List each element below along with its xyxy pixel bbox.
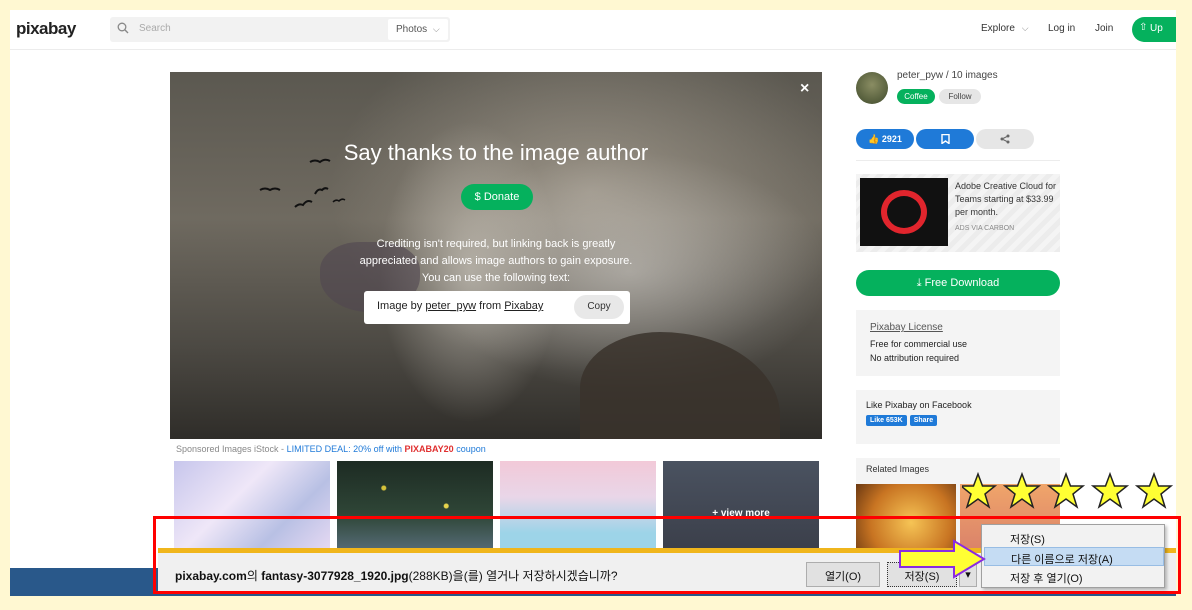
bookmark-icon — [940, 133, 950, 145]
free-download-label: Free Download — [924, 277, 1000, 289]
modal-description: Crediting isn't required, but linking ba… — [359, 238, 633, 284]
credit-author-link[interactable]: peter_pyw — [425, 300, 476, 312]
share-button[interactable] — [976, 129, 1034, 149]
nav-explore[interactable]: Explore ⌵ — [981, 23, 1029, 34]
facebook-title: Like Pixabay on Facebook — [866, 400, 972, 410]
donate-button[interactable]: $ Donate — [461, 184, 533, 210]
coupon-code[interactable]: PIXABAY20 — [404, 444, 453, 454]
credit-text-box[interactable]: Image by peter_pyw from Pixabay Copy — [364, 291, 630, 324]
search-icon — [117, 22, 129, 34]
cliff-rock — [580, 332, 780, 439]
follow-button[interactable]: Follow — [939, 89, 981, 104]
credit-mid: from — [479, 300, 502, 312]
pixabay-logo[interactable]: pixabay — [16, 19, 76, 39]
close-icon[interactable]: × — [800, 80, 809, 98]
license-line-1: Free for commercial use — [870, 339, 968, 349]
search-bar[interactable]: Search Photos ⌵ — [110, 17, 450, 42]
bookmark-button[interactable] — [916, 129, 974, 149]
like-count: 2921 — [881, 134, 902, 144]
free-download-button[interactable]: ⤓ Free Download — [856, 270, 1060, 296]
search-type-dropdown[interactable]: Photos ⌵ — [388, 19, 448, 40]
sponsored-prefix: Sponsored Images iStock - — [176, 444, 285, 454]
coffee-button[interactable]: Coffee — [897, 89, 935, 104]
sponsored-deal-link[interactable]: LIMITED DEAL: 20% off with — [287, 444, 402, 454]
copy-button[interactable]: Copy — [574, 295, 624, 319]
nav-login[interactable]: Log in — [1048, 23, 1075, 34]
ad-text[interactable]: Adobe Creative Cloud for Teams starting … — [955, 180, 1059, 219]
share-icon — [1000, 134, 1010, 144]
upload-icon: ⇧ — [1139, 22, 1148, 33]
facebook-card: Like Pixabay on Facebook Like 653K Share — [856, 390, 1060, 444]
menu-item-save-as[interactable]: 다른 이름으로 저장(A) — [984, 547, 1164, 566]
chevron-down-icon: ⌵ — [1021, 23, 1029, 33]
thumbs-up-icon: 👍 — [868, 134, 880, 144]
chevron-down-icon: ⌵ — [432, 24, 440, 34]
facebook-share-button[interactable]: Share — [909, 415, 938, 426]
modal-title: Say thanks to the image author — [343, 140, 649, 165]
star-rating-annotation — [962, 472, 1174, 509]
menu-item-save-and-open[interactable]: 저장 후 열기(O) — [984, 567, 1164, 586]
ad-source[interactable]: ADS VIA CARBON — [955, 225, 1014, 232]
sidebar-divider — [856, 160, 1060, 161]
credit-prefix: Image by — [377, 300, 423, 312]
top-navigation: pixabay Search Photos ⌵ Explore ⌵ Log in… — [10, 10, 1176, 50]
facebook-like-button[interactable]: Like 653K — [866, 415, 907, 426]
star-icon — [962, 472, 1174, 509]
arrow-right-icon — [899, 539, 986, 579]
main-photo: × Say thanks to the image author $ Donat… — [170, 72, 822, 439]
adobe-cc-logo — [860, 178, 948, 246]
author-name[interactable]: peter_pyw / 10 images — [897, 70, 998, 81]
download-icon: ⤓ — [916, 277, 922, 289]
license-link[interactable]: Pixabay License — [870, 321, 1060, 335]
search-input[interactable]: Search — [139, 23, 171, 34]
menu-item-save[interactable]: 저장(S) — [984, 528, 1164, 547]
credit-site-link[interactable]: Pixabay — [504, 300, 543, 312]
save-context-menu: 저장(S) 다른 이름으로 저장(A) 저장 후 열기(O) — [981, 524, 1165, 588]
upload-label: Up — [1150, 23, 1163, 34]
license-card: Pixabay License Free for commercial use … — [856, 310, 1060, 376]
sponsored-suffix[interactable]: coupon — [456, 444, 486, 454]
upload-button[interactable]: ⇧ Up — [1132, 17, 1176, 42]
nav-join[interactable]: Join — [1095, 23, 1113, 34]
carbon-ad[interactable]: Adobe Creative Cloud for Teams starting … — [856, 174, 1060, 252]
nav-explore-label: Explore — [981, 23, 1015, 34]
search-type-label: Photos — [396, 24, 428, 35]
sponsored-line: Sponsored Images iStock - LIMITED DEAL: … — [176, 444, 486, 454]
adobe-cc-ring-icon — [881, 190, 927, 234]
license-line-2: No attribution required — [870, 353, 960, 363]
author-avatar[interactable] — [856, 72, 888, 104]
like-button[interactable]: 👍 2921 — [856, 129, 914, 149]
